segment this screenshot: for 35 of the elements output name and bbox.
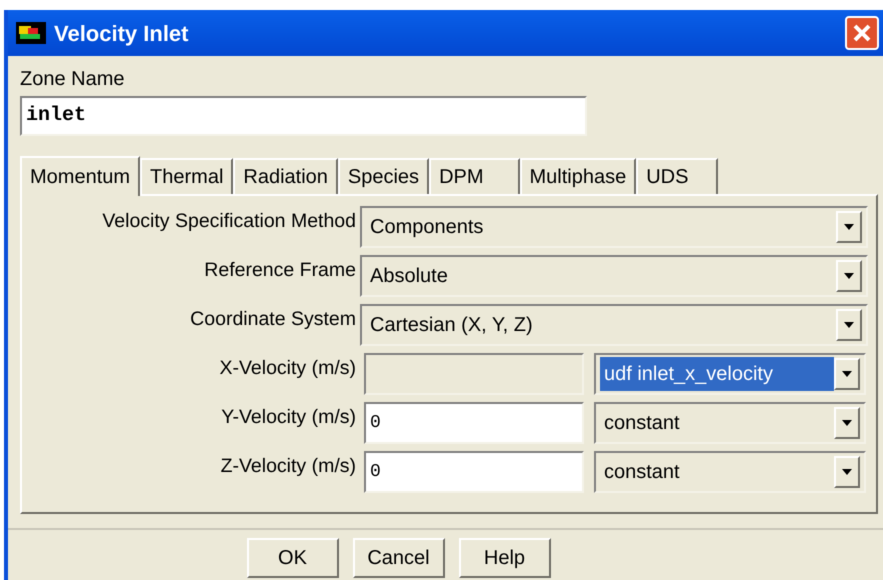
close-icon (852, 23, 872, 43)
field-label: Velocity Specification Method (101, 209, 356, 234)
dropdown-value: Absolute (369, 264, 449, 289)
dropdown-value: udf inlet_x_velocity (600, 357, 834, 391)
field-label: X-Velocity (m/s) (218, 356, 356, 381)
tab[interactable]: Species (338, 158, 430, 194)
dropdown-value: Components (369, 215, 484, 240)
value-field[interactable]: 0 (364, 402, 584, 444)
dropdown[interactable]: Cartesian (X, Y, Z) (360, 304, 868, 346)
field-label: Coordinate System (189, 307, 356, 332)
field-label: Y-Velocity (m/s) (220, 405, 356, 430)
field-label: Reference Frame (203, 258, 356, 283)
close-button[interactable] (845, 16, 879, 50)
window-title: Velocity Inlet (54, 20, 188, 48)
field-label: Zone Name (20, 67, 126, 92)
tab[interactable]: Multiphase (520, 158, 636, 194)
dropdown-value: constant (603, 411, 681, 436)
dialog-button[interactable]: Help (458, 538, 550, 578)
app-icon (16, 22, 46, 44)
dropdown[interactable]: constant (594, 402, 866, 444)
tab[interactable]: UDS (636, 158, 718, 194)
zone-name-field[interactable]: inlet (20, 96, 587, 136)
tab[interactable]: Momentum (20, 156, 140, 196)
tab[interactable]: DPM (429, 158, 520, 194)
tab[interactable]: Radiation (233, 158, 338, 194)
value-field[interactable]: 0 (364, 451, 584, 493)
dialog-button[interactable]: OK (246, 538, 338, 578)
dropdown-value: constant (603, 460, 681, 485)
dropdown-value: Cartesian (X, Y, Z) (369, 313, 534, 338)
dropdown[interactable]: Components (360, 206, 868, 248)
dropdown[interactable]: constant (594, 451, 866, 493)
dropdown[interactable]: Absolute (360, 255, 868, 297)
tab[interactable]: Thermal (140, 158, 234, 194)
dialog-button[interactable]: Cancel (352, 538, 444, 578)
field-label: Z-Velocity (m/s) (220, 454, 356, 479)
